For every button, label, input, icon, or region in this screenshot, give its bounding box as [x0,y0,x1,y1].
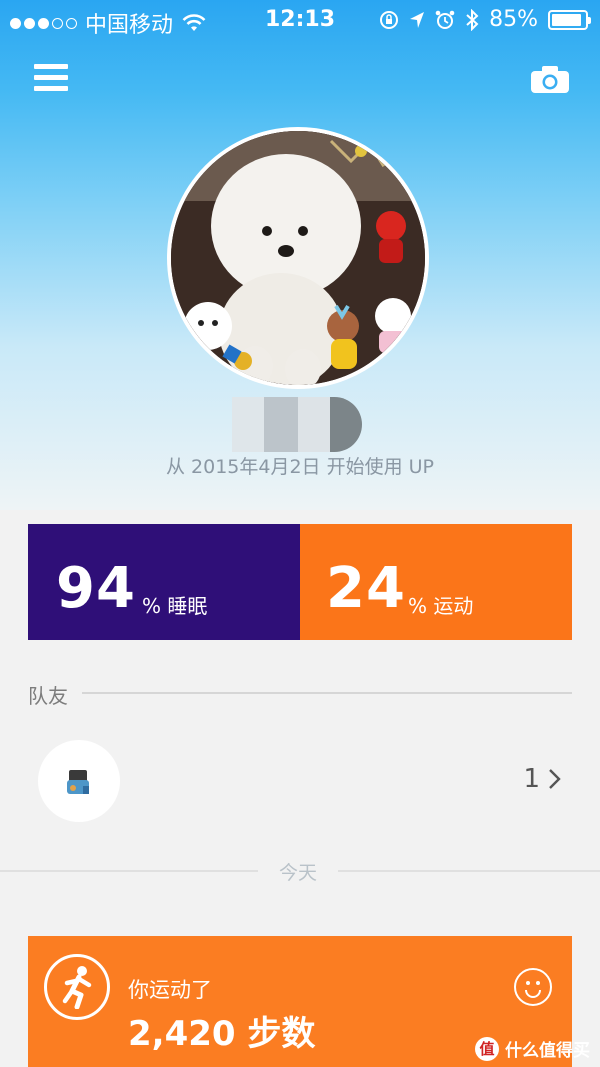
watermark: 值 什么值得买 [475,1036,590,1061]
activity-label: % 运动 [408,594,474,618]
steps-value: 2,420 步数 [128,1014,316,1054]
today-label: 今天 [278,862,317,884]
bluetooth-icon [466,8,479,31]
sleep-label: % 睡眠 [142,594,208,618]
activity-card-label: 你运动了 [128,978,212,1002]
sleep-percent-value: 94 [56,556,136,621]
sleep-stat-tile[interactable]: 94 % 睡眠 [28,524,300,640]
today-divider-right [338,870,600,872]
team-section-title: 队友 [28,684,68,708]
teammate-avatar[interactable] [38,740,120,822]
member-since-text: 从 2015年4月2日 开始使用 UP [165,456,434,478]
menu-button[interactable] [34,64,68,92]
smiley-icon[interactable] [514,968,552,1006]
hamburger-menu-icon [34,64,68,69]
battery-icon [548,9,591,30]
watermark-text: 什么值得买 [505,1041,590,1061]
rotation-lock-icon [380,10,399,29]
activity-percent-value: 24 [326,556,406,621]
profile-avatar[interactable] [167,127,429,389]
watermark-logo: 值 [475,1036,499,1061]
teammate-count: 1 [523,764,540,794]
teammates-link[interactable]: 1 [523,764,562,794]
team-divider [82,692,572,694]
status-right: 85% [379,7,591,32]
camera-button[interactable] [530,64,570,94]
today-divider-left [0,870,258,872]
teammate-avatar-image [67,770,89,794]
location-arrow-icon [410,11,425,28]
activity-stat-tile[interactable]: 24 % 运动 [300,524,572,640]
battery-percent: 85% [489,7,538,32]
running-icon [44,954,110,1020]
chevron-right-icon [549,769,561,789]
status-bar: 中国移动 12:13 85% [0,0,600,40]
stats-panel: 94 % 睡眠 24 % 运动 [28,524,572,640]
avatar-photo [171,131,425,385]
alarm-clock-icon [435,10,455,29]
username-redacted [232,397,362,452]
